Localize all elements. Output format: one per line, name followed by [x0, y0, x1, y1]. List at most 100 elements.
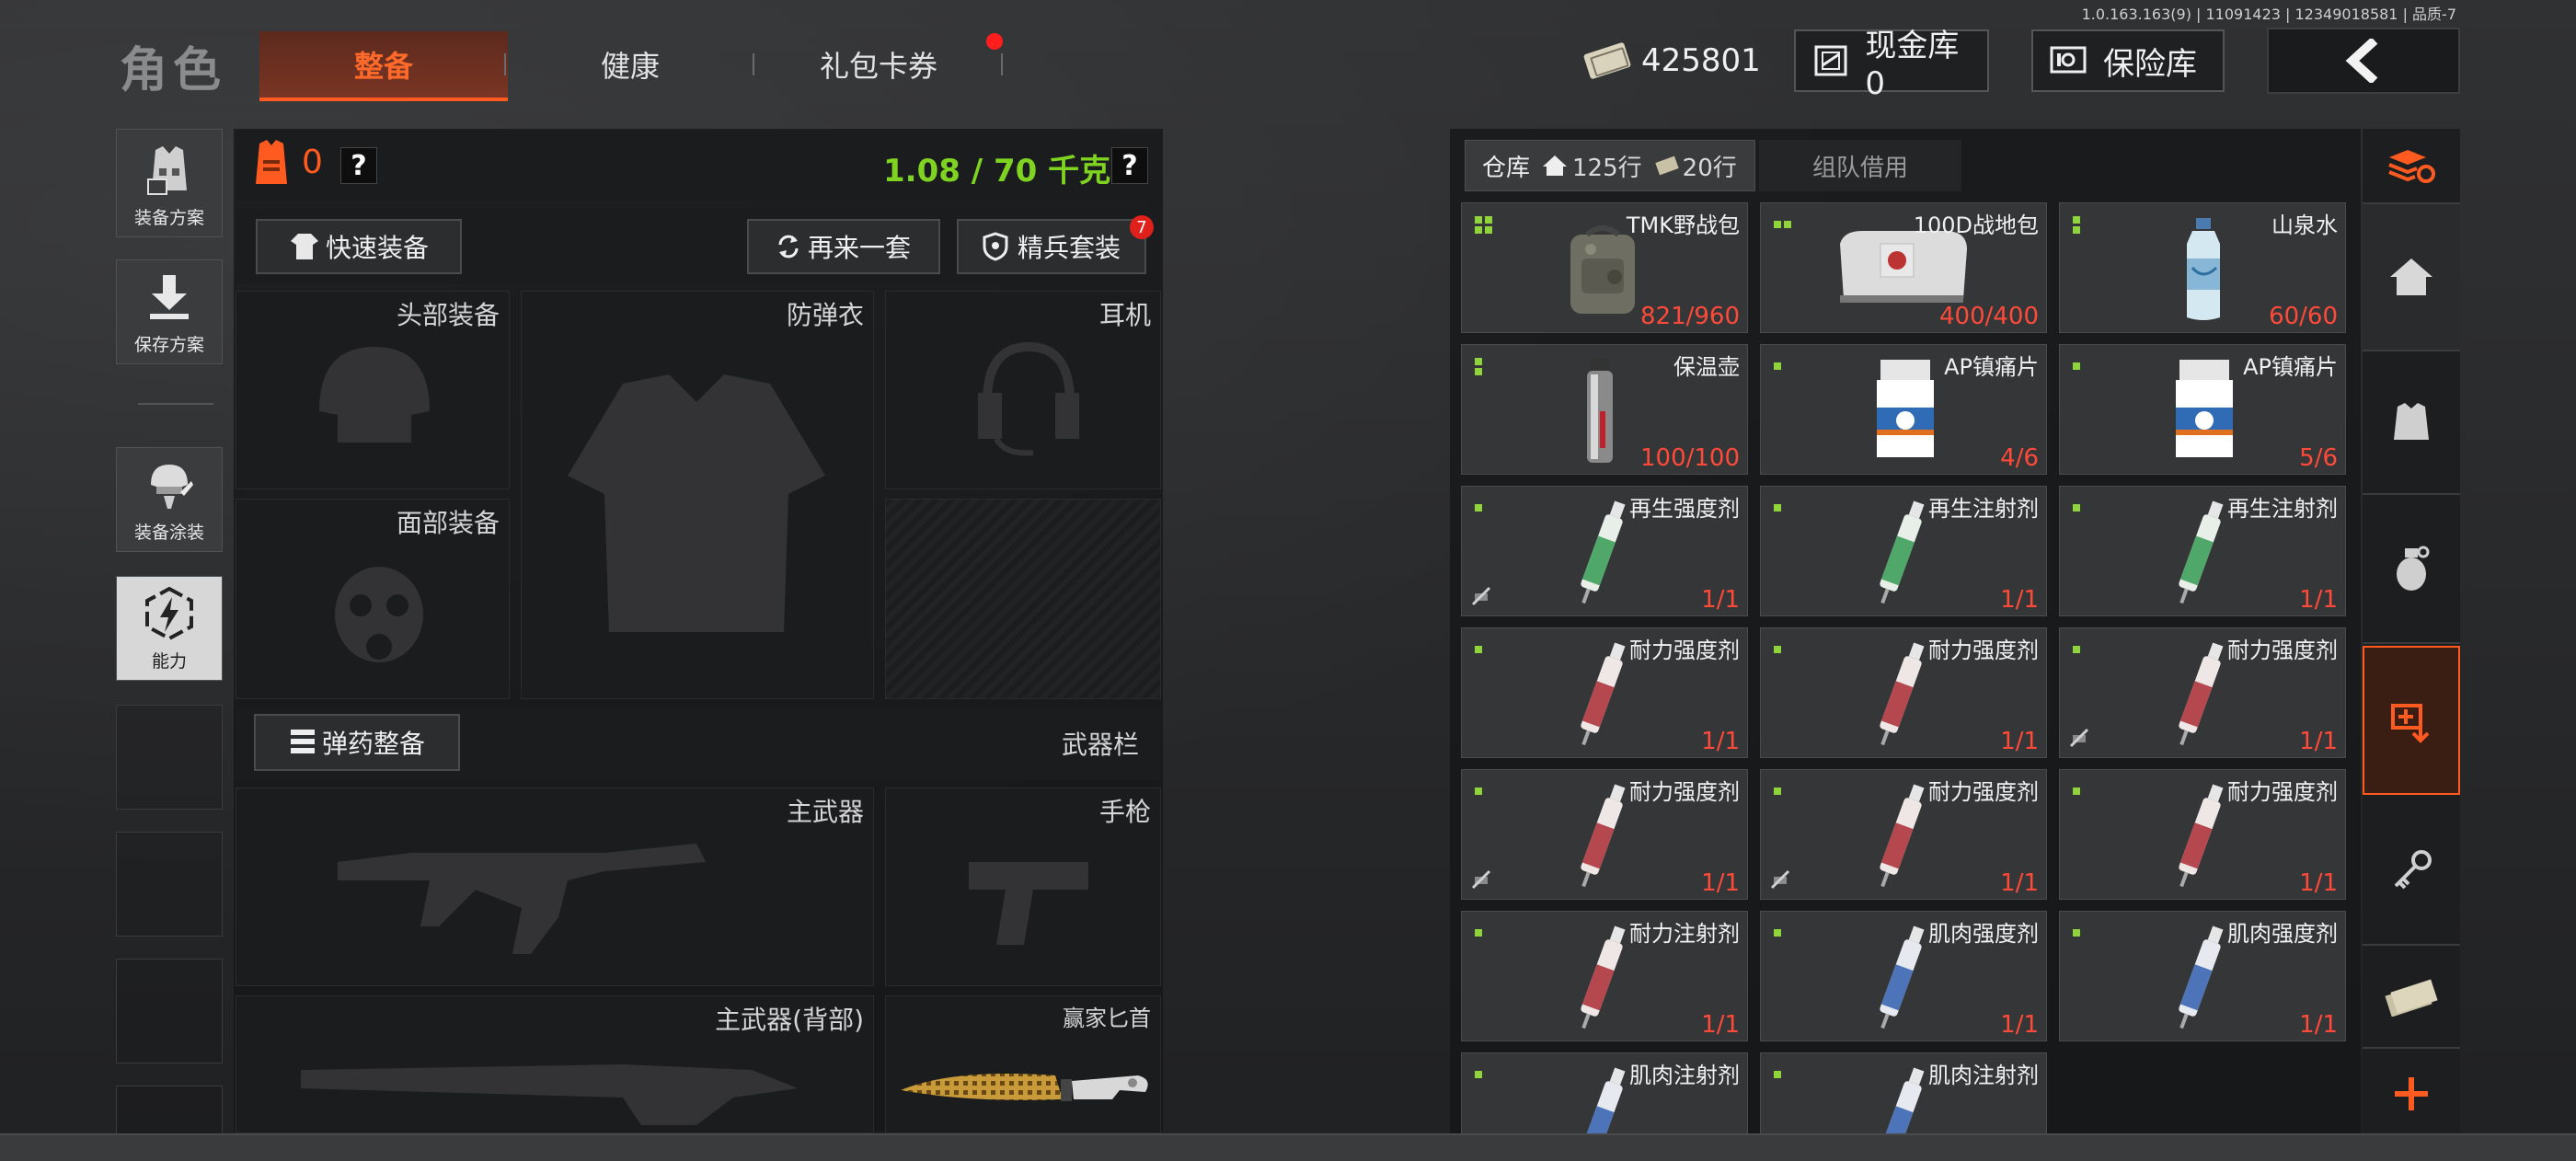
- item-quantity: 821/960: [1639, 303, 1740, 330]
- item-name: 耐力强度剂: [1928, 779, 2039, 805]
- tab-team-borrow[interactable]: 组队借用: [1759, 140, 1961, 191]
- inj-blue-item-icon: [2170, 923, 2229, 1037]
- ability-button[interactable]: 能力: [116, 576, 223, 681]
- rarity-marker: [1774, 358, 1783, 375]
- storage-item[interactable]: TMK野战包 821/960: [1461, 202, 1748, 333]
- item-name: 再生注射剂: [1928, 496, 2039, 522]
- lightning-ability-icon: [142, 586, 197, 641]
- primary-weapon-label: 主武器: [786, 797, 864, 827]
- item-name: 100D战地包: [1913, 213, 2039, 238]
- item-name: 肌肉强度剂: [2227, 921, 2338, 947]
- storage-item[interactable]: 保温壶 100/100: [1461, 344, 1748, 475]
- cash-vault-button[interactable]: 现金库 0: [1794, 28, 1989, 102]
- knife-slot[interactable]: 赢家匕首: [885, 995, 1161, 1133]
- storage-item[interactable]: 耐力强度剂 1/1: [1461, 769, 1748, 900]
- storage-item[interactable]: 100D战地包 400/400: [1760, 202, 2047, 333]
- face-gear-slot[interactable]: 面部装备: [236, 499, 510, 699]
- item-quantity: 1/1: [2000, 869, 2039, 897]
- medkit-download-icon: [2391, 704, 2430, 743]
- golden-knife-icon: [901, 1074, 1148, 1101]
- storage-item[interactable]: 肌肉强度剂 1/1: [1760, 911, 2047, 1041]
- storage-item[interactable]: 山泉水 60/60: [2059, 202, 2346, 333]
- item-name: 肌肉注射剂: [1928, 1063, 2039, 1088]
- item-name: 保温壶: [1673, 354, 1740, 380]
- tab-warehouse[interactable]: 仓库 125行 20行: [1465, 140, 1755, 191]
- tab-grenade-category[interactable]: [2363, 495, 2460, 644]
- storage-item[interactable]: 再生强度剂 1/1: [1461, 486, 1748, 616]
- storage-item[interactable]: 耐力注射剂 1/1: [1461, 911, 1748, 1041]
- empty-sidebar-slot: [116, 959, 223, 1063]
- storage-item[interactable]: 肌肉强度剂 1/1: [2059, 911, 2346, 1041]
- item-name: 山泉水: [2271, 213, 2338, 238]
- knife-label: 赢家匕首: [1063, 1006, 1151, 1031]
- storage-item[interactable]: 肌肉注射剂: [1760, 1052, 2047, 1135]
- inj-red-item-icon: [1871, 781, 1930, 895]
- tab-medical-category[interactable]: [2363, 646, 2460, 795]
- back-button[interactable]: [2267, 28, 2460, 94]
- tab-health[interactable]: 健康: [506, 31, 754, 98]
- rarity-marker: [1774, 1066, 1783, 1084]
- storage-item[interactable]: AP镇痛片 4/6: [1760, 344, 2047, 475]
- item-quantity: 1/1: [1701, 869, 1740, 897]
- storage-item[interactable]: AP镇痛片 5/6: [2059, 344, 2346, 475]
- inj-red-item-icon: [1572, 923, 1631, 1037]
- tab-key-category[interactable]: [2363, 797, 2460, 946]
- headset-slot[interactable]: 耳机: [885, 291, 1161, 489]
- primary-weapon-slot[interactable]: 主武器: [236, 787, 874, 986]
- pistol-icon: [969, 862, 1088, 945]
- ammo-icon: [290, 730, 315, 753]
- repeat-set-button[interactable]: 再来一套: [747, 219, 940, 274]
- pistol-slot[interactable]: 手枪: [885, 787, 1161, 986]
- storage-item[interactable]: 耐力强度剂 1/1: [1461, 627, 1748, 758]
- armor-help-icon[interactable]: ?: [340, 147, 377, 184]
- storage-item[interactable]: 耐力强度剂 1/1: [2059, 627, 2346, 758]
- item-name: 再生强度剂: [1629, 496, 1740, 522]
- inj-red-item-icon: [1572, 639, 1631, 753]
- primary-back-slot[interactable]: 主武器(背部): [236, 995, 874, 1133]
- home-icon: [1543, 155, 1568, 176]
- tab-money-category[interactable]: [2363, 946, 2460, 1049]
- no-carry-icon: [2069, 728, 2089, 748]
- quick-equip-label: 快速装备: [325, 233, 429, 263]
- item-name: 耐力强度剂: [1629, 638, 1740, 663]
- item-name: 肌肉注射剂: [1629, 1063, 1740, 1088]
- rarity-marker: [2073, 783, 2082, 800]
- tab-loadout[interactable]: 整备: [259, 31, 508, 101]
- ammo-prep-button[interactable]: 弹药整备: [254, 714, 460, 771]
- head-gear-slot[interactable]: 头部装备: [236, 291, 510, 489]
- add-button[interactable]: [2363, 1054, 2460, 1133]
- no-carry-icon: [1471, 586, 1491, 606]
- tab-gift-cards[interactable]: 礼包卡券: [754, 31, 1003, 98]
- tab-vest-category[interactable]: [2363, 351, 2460, 495]
- item-quantity: 1/1: [1701, 728, 1740, 755]
- loadout-plan-button[interactable]: 装备方案: [116, 129, 223, 237]
- version-text: 1.0.163.163(9) | 11091423 | 12349018581 …: [2081, 6, 2456, 23]
- storage-item[interactable]: 耐力强度剂 1/1: [1760, 627, 2047, 758]
- storage-item[interactable]: 耐力强度剂 1/1: [1760, 769, 2047, 900]
- rarity-marker: [2073, 641, 2082, 659]
- warehouse-label: 仓库: [1482, 154, 1531, 182]
- elite-set-badge: 7: [1130, 215, 1154, 239]
- storage-item[interactable]: 耐力强度剂 1/1: [2059, 769, 2346, 900]
- save-plan-label: 保存方案: [133, 335, 204, 355]
- quick-equip-button[interactable]: 快速装备: [256, 219, 462, 274]
- safe-box-label: 保险库: [2103, 45, 2197, 83]
- safe-box-button[interactable]: 保险库: [2031, 29, 2225, 92]
- equipment-skin-button[interactable]: 装备涂装: [116, 447, 223, 552]
- tab-home-category[interactable]: [2363, 204, 2460, 351]
- item-quantity: 1/1: [2299, 586, 2338, 614]
- storage-item[interactable]: 肌肉注射剂: [1461, 1052, 1748, 1135]
- pistol-label: 手枪: [1098, 797, 1151, 827]
- storage-item[interactable]: 再生注射剂 1/1: [1760, 486, 2047, 616]
- inj-green-item-icon: [1871, 498, 1930, 612]
- save-plan-button[interactable]: 保存方案: [116, 259, 223, 364]
- elite-set-button[interactable]: 精兵套装: [957, 219, 1146, 274]
- body-armor-slot[interactable]: 防弹衣: [521, 291, 874, 699]
- home-icon: [2390, 259, 2432, 295]
- weight-help-icon[interactable]: ?: [1111, 147, 1148, 184]
- inj-blue-item-icon: [1572, 1064, 1631, 1134]
- item-quantity: 1/1: [2299, 869, 2338, 897]
- storage-item[interactable]: 再生注射剂 1/1: [2059, 486, 2346, 616]
- ticket-icon: [1654, 155, 1679, 176]
- tab-refresh-sort[interactable]: [2363, 129, 2460, 204]
